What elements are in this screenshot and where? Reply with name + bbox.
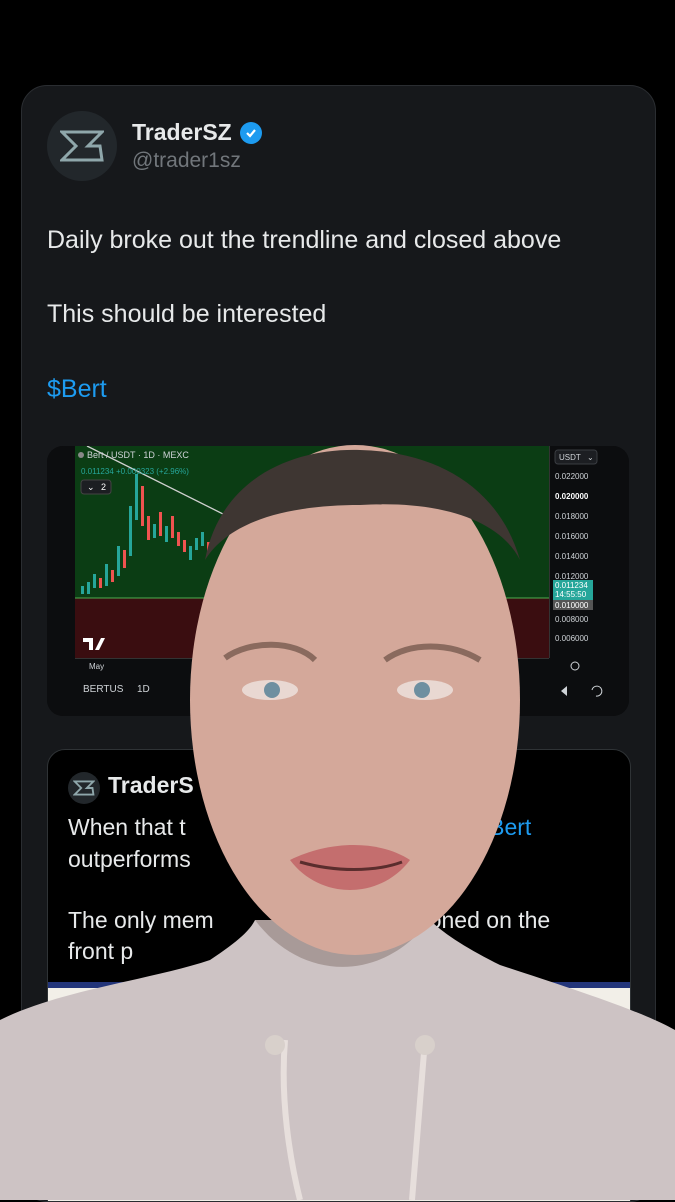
news-line-1: or "Bertie": [518, 1010, 572, 1024]
y-tick: 0.022000: [555, 472, 589, 481]
y-tick: 0.020000: [555, 492, 589, 501]
display-name[interactable]: TraderSZ: [132, 119, 262, 146]
quoted-text-line-4: front p: [68, 938, 134, 964]
level-price: 0.010000: [555, 601, 589, 610]
news-line-5: Election.: [518, 1082, 565, 1096]
y-tick: 0.016000: [555, 532, 589, 541]
tweet-card[interactable]: TraderSZ @trader1sz Daily broke out the …: [21, 85, 656, 1202]
coin-icon: [78, 452, 84, 458]
y-tick: 0.018000: [555, 512, 589, 521]
chart-image[interactable]: USDT ⌄ 0.022000 0.020000 0.018000 0.0160…: [47, 446, 629, 716]
cashtag-link[interactable]: $Bert: [476, 814, 531, 840]
y-tick: 0.008000: [555, 615, 589, 624]
x-label: May: [89, 662, 104, 671]
avatar[interactable]: [47, 111, 117, 181]
quoted-tweet[interactable]: TraderS When that t nk $Bert outperforms …: [47, 749, 631, 1201]
chevron-down-icon: ⌄: [587, 453, 594, 462]
quoted-text-line-1: When that t nk $Bert: [68, 814, 532, 840]
quoted-text-line-2: outperforms: [68, 846, 191, 872]
tradersz-logo-icon: [73, 780, 95, 796]
indicator-count[interactable]: 2: [101, 482, 106, 492]
cashtag-link[interactable]: $Bert: [47, 375, 107, 404]
countdown: 14:55:50: [555, 590, 587, 599]
verified-badge-icon: [239, 121, 262, 144]
y-tick: 0.014000: [555, 552, 589, 561]
currency-select[interactable]: USDT: [559, 453, 581, 462]
tradersz-logo-icon: [60, 130, 104, 162]
tweet-text-line-2: This should be interested: [47, 300, 327, 328]
news-line-3: participation: [518, 1046, 583, 1060]
current-price: 0.011234: [555, 581, 588, 590]
news-line-4: ent in the 2024: [518, 1064, 598, 1078]
interval-label[interactable]: 1D: [137, 684, 150, 695]
chart-price-change: 0.011234 +0.000323 (+2.96%): [81, 467, 189, 476]
quoted-text-line-3: The only mem oned on the: [68, 907, 551, 933]
avatar[interactable]: [68, 772, 100, 804]
quoted-display-name[interactable]: TraderS: [108, 772, 194, 799]
red-zone: [75, 598, 549, 658]
news-line-2: the The New: [518, 1028, 586, 1042]
chart-pair: Bert / USDT · 1D · MEXC: [87, 450, 189, 460]
y-tick: 0.012000: [555, 572, 589, 581]
chevron-down-icon: ⌄: [87, 482, 95, 492]
symbol-label[interactable]: BERTUS: [83, 684, 124, 695]
y-tick: 0.006000: [555, 634, 589, 643]
tweet-text-line-1: Daily broke out the trendline and closed…: [47, 226, 562, 254]
newspaper-image[interactable]: or "Bertie" the The New participation en…: [48, 982, 630, 1201]
handle[interactable]: @trader1sz: [132, 149, 241, 173]
